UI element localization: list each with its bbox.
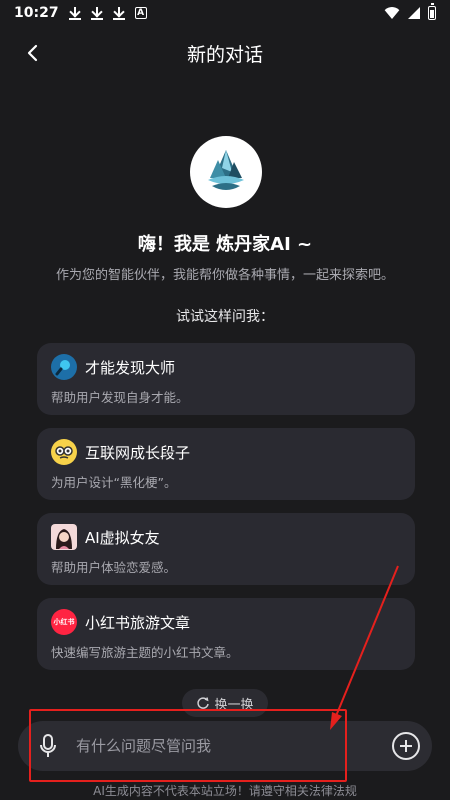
suggestion-title: 才能发现大师: [85, 358, 176, 377]
suggestion-title: AI虚拟女友: [85, 528, 160, 547]
suggestion-title: 互联网成长段子: [85, 443, 191, 462]
greeting: 嗨！我是 炼丹家AI ~: [137, 234, 313, 255]
header: 新的对话: [0, 30, 450, 76]
status-time: 10:27: [14, 5, 59, 21]
suggestion-desc: 帮助用户体验恋爱感。: [51, 560, 177, 575]
microphone-icon: [40, 734, 56, 757]
refresh-icon: [197, 697, 210, 709]
signal-icon: [408, 7, 420, 19]
suggestion-list: 才能发现大师 帮助用户发现自身才能。 互联网成长段子 为用户设计“黑化梗”。 A…: [37, 343, 415, 683]
voice-input-button[interactable]: [30, 728, 66, 764]
add-attachment-button[interactable]: [392, 732, 420, 760]
question-input[interactable]: [66, 737, 392, 755]
try-label: 试试这样问我：: [176, 309, 274, 325]
status-bar: 10:27 A: [0, 0, 450, 26]
suggestion-desc: 帮助用户发现自身才能。: [51, 390, 189, 405]
app-logo: [190, 136, 262, 208]
glasses-face-icon: [51, 439, 77, 465]
app-notification-icon: A: [134, 7, 147, 19]
back-button[interactable]: [16, 36, 50, 70]
suggestion-desc: 快速编写旅游主题的小红书文章。: [51, 645, 239, 660]
refresh-suggestions-button[interactable]: 换一换: [182, 689, 268, 717]
suggestion-card-jokes[interactable]: 互联网成长段子 为用户设计“黑化梗”。: [37, 428, 415, 500]
refresh-label: 换一换: [214, 697, 254, 713]
chevron-left-icon: [27, 44, 38, 62]
wifi-icon: [384, 7, 400, 19]
chat-input-bar: [18, 721, 432, 771]
page-title: 新的对话: [186, 43, 263, 66]
download-icon: [112, 6, 125, 20]
girl-avatar-icon: [51, 524, 77, 550]
suggestion-title: 小红书旅游文章: [85, 613, 191, 632]
disclaimer: AI生成内容不代表本站立场！请遵守相关法律法规: [93, 784, 357, 798]
download-icon: [68, 6, 81, 20]
suggestion-card-xiaohongshu[interactable]: 小红书 小红书旅游文章 快速编写旅游主题的小红书文章。: [37, 598, 415, 670]
mountain-logo-icon: [208, 150, 244, 190]
suggestion-desc: 为用户设计“黑化梗”。: [51, 475, 177, 490]
download-icon: [90, 6, 103, 20]
xiaohongshu-logo-icon: 小红书: [51, 609, 77, 635]
battery-icon: [428, 3, 436, 20]
magnifier-icon: [51, 354, 77, 380]
subtitle: 作为您的智能伙伴，我能帮你做各种事情，一起来探索吧。: [55, 268, 394, 283]
suggestion-card-talent[interactable]: 才能发现大师 帮助用户发现自身才能。: [37, 343, 415, 415]
suggestion-card-girlfriend[interactable]: AI虚拟女友 帮助用户体验恋爱感。: [37, 513, 415, 585]
